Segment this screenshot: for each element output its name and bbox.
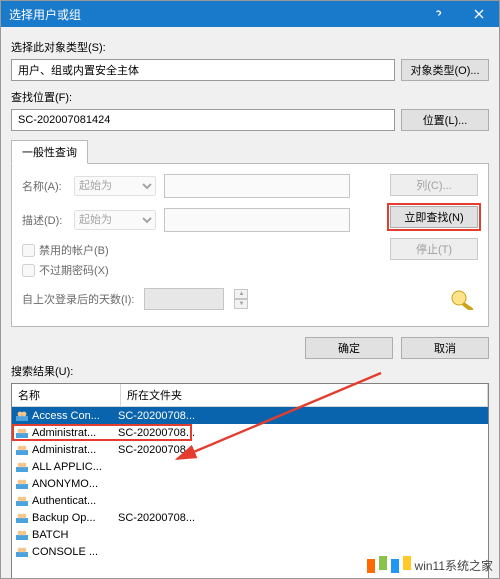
row-name: Administrat... <box>32 427 96 439</box>
results-list[interactable]: 名称 所在文件夹 Access Con...SC-20200708...Admi… <box>11 383 489 579</box>
ok-button[interactable]: 确定 <box>305 337 393 359</box>
results-body: Access Con...SC-20200708...Administrat..… <box>12 407 488 579</box>
row-folder: SC-20200708... <box>118 410 195 422</box>
tab-common-queries[interactable]: 一般性查询 <box>11 140 88 164</box>
dialog-footer: 确定 取消 <box>1 337 489 359</box>
object-type-label: 选择此对象类型(S): <box>11 39 489 55</box>
close-button[interactable] <box>459 1 499 27</box>
watermark-text: win11系统之家 <box>415 557 493 574</box>
row-name: ALL APPLIC... <box>32 461 102 473</box>
row-name: Administrat... <box>32 444 96 456</box>
desc-label: 描述(D): <box>22 212 74 228</box>
window-buttons <box>419 1 499 27</box>
titlebar: 选择用户或组 <box>1 1 499 27</box>
nonexpiring-text: 不过期密码(X) <box>39 262 109 278</box>
user-group-icon <box>15 495 29 507</box>
row-folder: SC-20200708... <box>118 444 195 456</box>
row-name: Access Con... <box>32 410 100 422</box>
nonexpiring-password-checkbox: 不过期密码(X) <box>22 262 378 278</box>
location-label: 查找位置(F): <box>11 89 489 105</box>
results-header: 名称 所在文件夹 <box>12 384 488 407</box>
row-name: ANONYMO... <box>32 478 98 490</box>
disabled-accounts-box <box>22 244 35 257</box>
name-label: 名称(A): <box>22 178 74 194</box>
row-name: Backup Op... <box>32 512 96 524</box>
table-row[interactable]: Administrat... SC-20200708... <box>12 424 488 441</box>
table-row[interactable]: ANONYMO... <box>12 475 488 492</box>
close-icon <box>474 9 484 19</box>
object-type-field <box>11 59 395 81</box>
table-row[interactable]: Access Con... SC-20200708... <box>12 407 488 424</box>
tab-body: 名称(A): 起始为 描述(D): 起始为 禁用的帐户( <box>11 164 489 327</box>
col-name[interactable]: 名称 <box>12 384 121 406</box>
watermark: win11系统之家 <box>367 557 493 574</box>
user-group-icon <box>15 529 29 541</box>
dialog-body: 选择此对象类型(S): 对象类型(O)... 查找位置(F): 位置(L)...… <box>1 27 499 327</box>
locations-button[interactable]: 位置(L)... <box>401 109 489 131</box>
table-row[interactable]: Administrat... SC-20200708... <box>12 441 488 458</box>
desc-input <box>164 208 350 232</box>
nonexpiring-box <box>22 264 35 277</box>
user-group-icon <box>15 478 29 490</box>
table-row[interactable]: ALL APPLIC... <box>12 458 488 475</box>
days-since-login-label: 自上次登录后的天数(I): <box>22 291 134 307</box>
find-now-button[interactable]: 立即查找(N) <box>390 206 478 228</box>
user-group-icon <box>15 546 29 558</box>
disabled-accounts-checkbox: 禁用的帐户(B) <box>22 242 378 258</box>
spin-down-icon: ▼ <box>234 299 248 309</box>
row-name: BATCH <box>32 529 68 541</box>
row-name: Authenticat... <box>32 495 96 507</box>
user-group-icon <box>15 444 29 456</box>
days-since-login-box <box>144 288 224 310</box>
tabs-bar: 一般性查询 <box>11 139 489 164</box>
row-folder: SC-20200708... <box>118 427 195 439</box>
spin-up-icon: ▲ <box>234 289 248 299</box>
help-button[interactable] <box>419 1 459 27</box>
window-title: 选择用户或组 <box>9 6 81 23</box>
col-folder[interactable]: 所在文件夹 <box>121 384 488 406</box>
cancel-button[interactable]: 取消 <box>401 337 489 359</box>
table-row[interactable]: Authenticat... <box>12 492 488 509</box>
name-match-select: 起始为 <box>74 176 156 196</box>
dialog-window: 选择用户或组 选择此对象类型(S): 对象类型(O)... 查找位置(F): 位… <box>0 0 500 579</box>
user-group-icon <box>15 512 29 524</box>
table-row[interactable]: Backup Op... SC-20200708... <box>12 509 488 526</box>
location-field <box>11 109 395 131</box>
results-label: 搜索结果(U): <box>11 363 499 379</box>
days-spinner: ▲ ▼ <box>234 289 248 309</box>
disabled-accounts-text: 禁用的帐户(B) <box>39 242 109 258</box>
user-group-icon <box>15 461 29 473</box>
help-icon <box>434 9 444 19</box>
user-group-icon <box>15 410 29 422</box>
object-types-button[interactable]: 对象类型(O)... <box>401 59 489 81</box>
name-input <box>164 174 350 198</box>
desc-match-select: 起始为 <box>74 210 156 230</box>
table-row[interactable]: BATCH <box>12 526 488 543</box>
stop-button: 停止(T) <box>390 238 478 260</box>
row-folder: SC-20200708... <box>118 512 195 524</box>
columns-button: 列(C)... <box>390 174 478 196</box>
user-group-icon <box>15 427 29 439</box>
row-name: CONSOLE ... <box>32 546 98 558</box>
search-icon <box>446 288 478 310</box>
